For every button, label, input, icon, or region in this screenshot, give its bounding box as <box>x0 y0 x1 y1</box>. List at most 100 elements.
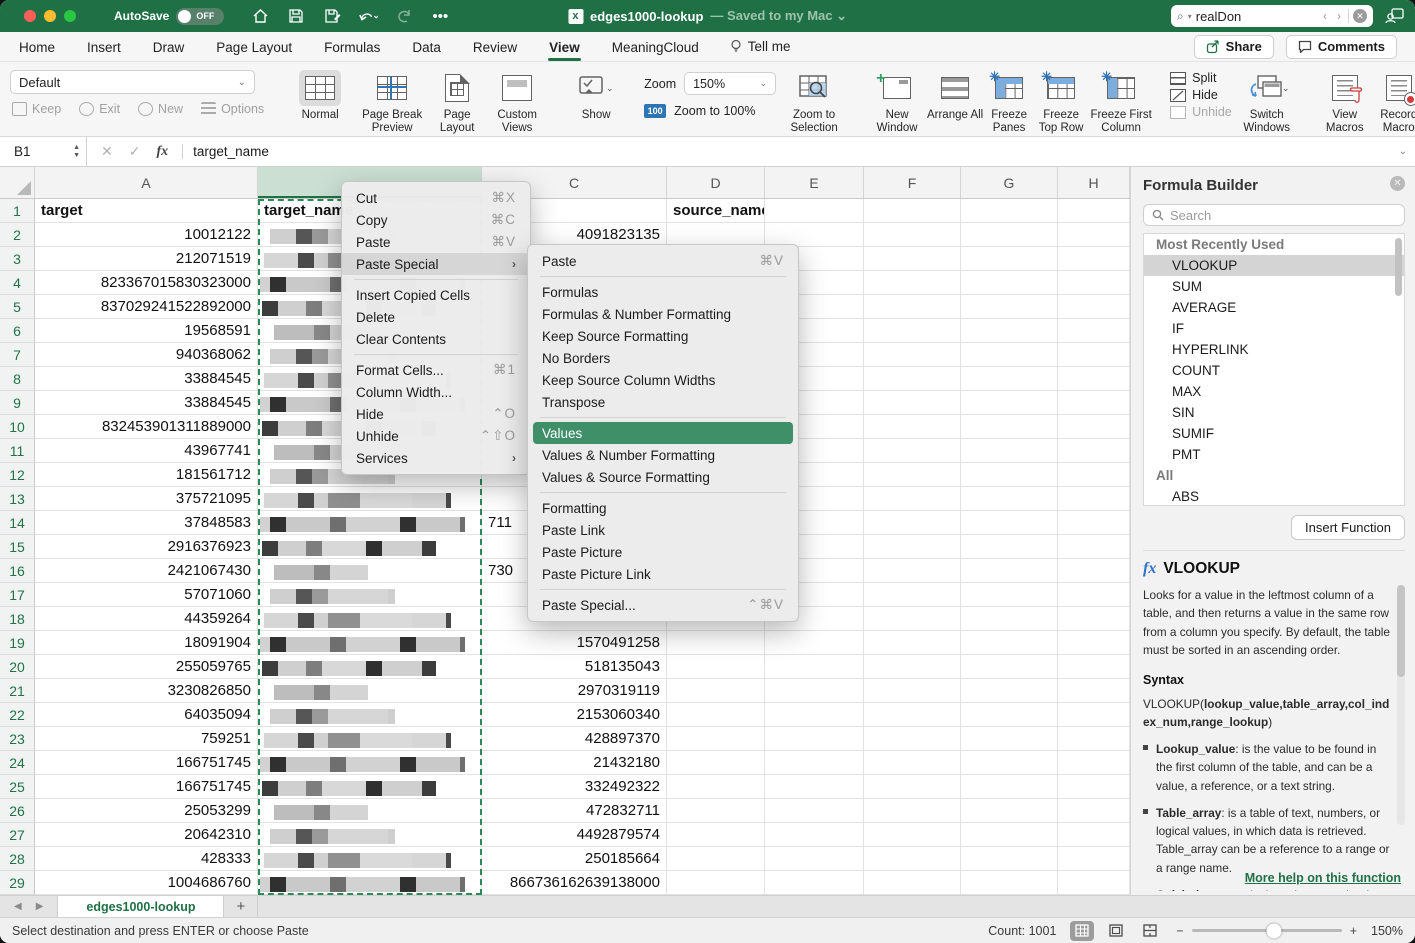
function-item-hyperlink[interactable]: HYPERLINK <box>1144 339 1404 360</box>
cell-G22[interactable] <box>961 703 1058 727</box>
cell-H20[interactable] <box>1058 655 1130 679</box>
keep-button[interactable]: Keep <box>12 102 61 116</box>
cell-E24[interactable] <box>765 751 864 775</box>
custom-views-button[interactable]: Custom Views <box>486 68 548 135</box>
cell-F1[interactable] <box>864 199 961 223</box>
cell-A1[interactable]: target <box>35 199 258 223</box>
more-commands-icon[interactable]: ••• <box>430 6 450 26</box>
row-header-9[interactable]: 9 <box>0 391 35 415</box>
paste-special-item-values-source-formatting[interactable]: Values & Source Formatting <box>528 466 798 488</box>
cell-B27[interactable] <box>258 823 482 847</box>
save-as-icon[interactable] <box>322 6 342 26</box>
cell-D25[interactable] <box>667 775 765 799</box>
cell-G15[interactable] <box>961 535 1058 559</box>
cell-G29[interactable] <box>961 871 1058 895</box>
page-break-preview-button[interactable]: Page Break Preview <box>356 68 428 135</box>
freeze-first-column-button[interactable]: ✳ Freeze First Column <box>1088 68 1154 135</box>
cell-C20[interactable]: 518135043 <box>482 655 667 679</box>
cell-H9[interactable] <box>1058 391 1130 415</box>
cell-A11[interactable]: 43967741 <box>35 439 258 463</box>
cell-H2[interactable] <box>1058 223 1130 247</box>
prev-sheet-icon[interactable]: ◀ <box>14 901 22 912</box>
tab-review[interactable]: Review <box>472 34 518 60</box>
cell-H15[interactable] <box>1058 535 1130 559</box>
zoom-100-button[interactable]: 100 Zoom to 100% <box>644 104 755 118</box>
search-clear-icon[interactable]: ✕ <box>1353 9 1367 23</box>
cell-A23[interactable]: 759251 <box>35 727 258 751</box>
cell-F13[interactable] <box>864 487 961 511</box>
row-header-17[interactable]: 17 <box>0 583 35 607</box>
cell-B23[interactable] <box>258 727 482 751</box>
minimize-window-button[interactable] <box>44 10 56 22</box>
cell-A19[interactable]: 18091904 <box>35 631 258 655</box>
cell-F16[interactable] <box>864 559 961 583</box>
cell-H27[interactable] <box>1058 823 1130 847</box>
switch-windows-button[interactable]: ⌄ Switch Windows <box>1232 68 1302 135</box>
function-item-sum[interactable]: SUM <box>1144 276 1404 297</box>
cell-H19[interactable] <box>1058 631 1130 655</box>
row-header-2[interactable]: 2 <box>0 223 35 247</box>
context-menu-item-clear-contents[interactable]: Clear Contents <box>342 328 530 350</box>
cell-F18[interactable] <box>864 607 961 631</box>
record-macro-button[interactable]: Record Macro <box>1372 68 1415 135</box>
cell-A28[interactable]: 428333 <box>35 847 258 871</box>
cell-H23[interactable] <box>1058 727 1130 751</box>
cell-H17[interactable] <box>1058 583 1130 607</box>
tab-draw[interactable]: Draw <box>152 34 186 60</box>
cell-E28[interactable] <box>765 847 864 871</box>
save-icon[interactable] <box>286 6 306 26</box>
cell-H18[interactable] <box>1058 607 1130 631</box>
comments-button[interactable]: Comments <box>1286 35 1397 59</box>
cell-H29[interactable] <box>1058 871 1130 895</box>
account-icon[interactable] <box>1385 6 1405 26</box>
cell-B24[interactable] <box>258 751 482 775</box>
cell-B18[interactable] <box>258 607 482 631</box>
search-next-icon[interactable]: › <box>1334 9 1344 23</box>
cell-F19[interactable] <box>864 631 961 655</box>
cell-D20[interactable] <box>667 655 765 679</box>
cell-G28[interactable] <box>961 847 1058 871</box>
zoom-out-icon[interactable]: − <box>1176 924 1183 938</box>
cell-B26[interactable] <box>258 799 482 823</box>
row-header-23[interactable]: 23 <box>0 727 35 751</box>
cell-H3[interactable] <box>1058 247 1130 271</box>
cell-A7[interactable]: 940368062 <box>35 343 258 367</box>
paste-special-item-paste-picture-link[interactable]: Paste Picture Link <box>528 563 798 585</box>
cell-D27[interactable] <box>667 823 765 847</box>
row-header-19[interactable]: 19 <box>0 631 35 655</box>
cell-G2[interactable] <box>961 223 1058 247</box>
cell-H1[interactable] <box>1058 199 1130 223</box>
cell-F25[interactable] <box>864 775 961 799</box>
cell-B22[interactable] <box>258 703 482 727</box>
row-header-1[interactable]: 1 <box>0 199 35 223</box>
more-help-link[interactable]: More help on this function <box>1245 871 1401 885</box>
cell-A3[interactable]: 212071519 <box>35 247 258 271</box>
zoom-slider-thumb[interactable] <box>1267 923 1282 938</box>
cell-E19[interactable] <box>765 631 864 655</box>
tab-home[interactable]: Home <box>18 34 56 60</box>
normal-view-button[interactable]: Normal <box>284 68 356 122</box>
cell-E20[interactable] <box>765 655 864 679</box>
cell-G8[interactable] <box>961 367 1058 391</box>
formula-content[interactable]: target_name <box>182 144 1398 159</box>
name-box[interactable]: B1 ▲▼ <box>0 137 86 166</box>
cell-A8[interactable]: 33884545 <box>35 367 258 391</box>
cell-F6[interactable] <box>864 319 961 343</box>
cell-A25[interactable]: 166751745 <box>35 775 258 799</box>
cell-C23[interactable]: 428897370 <box>482 727 667 751</box>
options-button[interactable]: Options <box>201 102 264 116</box>
unhide-button[interactable]: Unhide <box>1170 105 1232 119</box>
function-item-abs[interactable]: ABS <box>1144 486 1404 506</box>
cell-B19[interactable] <box>258 631 482 655</box>
search-input[interactable]: realDon <box>1196 9 1316 24</box>
cell-H6[interactable] <box>1058 319 1130 343</box>
cell-F28[interactable] <box>864 847 961 871</box>
column-header-A[interactable]: A <box>35 167 258 198</box>
cell-A6[interactable]: 19568591 <box>35 319 258 343</box>
new-button[interactable]: New <box>138 102 183 116</box>
context-menu-item-insert-copied-cells[interactable]: Insert Copied Cells <box>342 284 530 306</box>
row-header-4[interactable]: 4 <box>0 271 35 295</box>
cell-F12[interactable] <box>864 463 961 487</box>
cell-B16[interactable] <box>258 559 482 583</box>
cell-H10[interactable] <box>1058 415 1130 439</box>
